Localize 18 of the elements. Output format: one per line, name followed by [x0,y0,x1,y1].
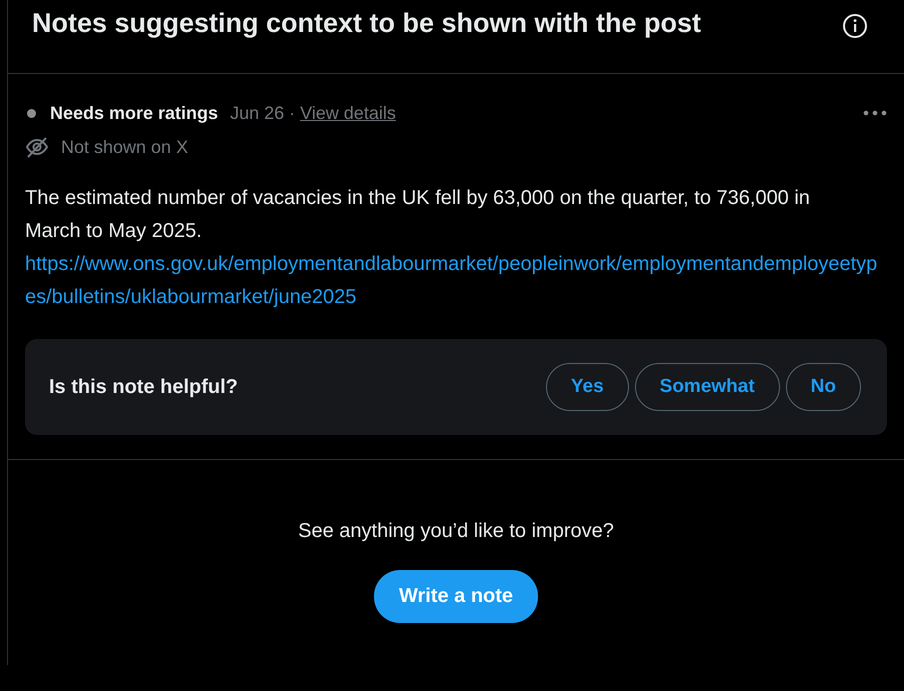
improve-prompt: See anything you’d like to improve? [298,520,614,543]
separator-dot: · [289,102,296,124]
view-details-link[interactable]: View details [300,102,396,124]
rating-button[interactable]: No [786,363,861,411]
hidden-eye-icon [25,135,49,159]
rating-button[interactable]: Somewhat [634,363,780,411]
status-dot [27,108,36,118]
note-text: The estimated number of vacancies in the UK fell by 63,000 on the quarter, to 736,000 in March to May 2025. [25,186,811,244]
note-date: Jun 26 [230,102,284,124]
visibility-label: Not shown on X [61,136,188,158]
source-link[interactable]: https://www.ons.gov.uk/employmentandlabourmarket/peopleinwork/employmentandemployeetypes/bulletins/uklabourmarket/june2025 [25,248,881,314]
section-title: Notes suggesting context to be shown with the post [32,8,702,39]
note-status: Needs more ratings [50,102,218,124]
info-icon[interactable] [842,13,868,39]
write-note-button[interactable]: Write a note [374,570,538,623]
more-icon[interactable] [863,110,887,116]
rating-button[interactable]: Yes [546,363,629,411]
rating-question: Is this note helpful? [49,376,238,398]
